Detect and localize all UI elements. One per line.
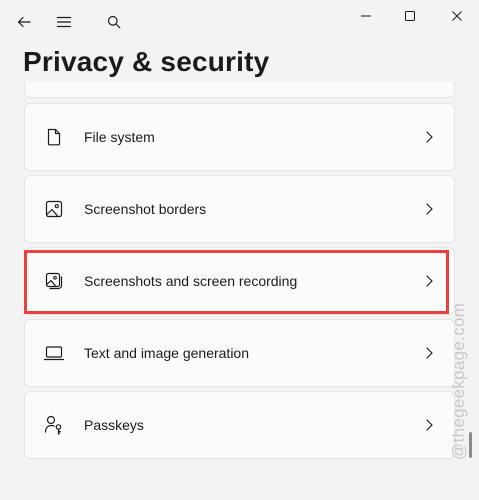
setting-item-label: Passkeys [84,417,144,433]
close-button[interactable] [443,2,471,30]
settings-window: Privacy & security File system Screensho… [0,0,479,500]
chevron-right-icon [422,345,436,361]
chevron-right-icon [422,273,436,289]
chevron-right-icon [422,129,436,145]
search-icon [107,15,121,29]
setting-item-screenshot-borders[interactable]: Screenshot borders [24,175,455,243]
title-bar [0,0,479,44]
back-button[interactable] [10,8,38,36]
setting-item-label: Screenshots and screen recording [84,273,298,289]
scrollbar-thumb[interactable] [469,432,472,458]
setting-item-passkeys[interactable]: Passkeys [24,391,455,459]
navigation-menu-button[interactable] [50,8,78,36]
setting-item-label: Screenshot borders [84,201,207,217]
chevron-right-icon [422,201,436,217]
image-icon [42,197,66,221]
maximize-icon [405,11,415,21]
setting-item-file-system[interactable]: File system [24,103,455,171]
minimize-icon [361,15,371,17]
person-key-icon [42,413,66,437]
watermark-text: @thegeekpage.com [449,302,468,460]
setting-item-screenshots-and-screen-recording[interactable]: Screenshots and screen recording [24,247,455,315]
setting-item-label: File system [84,129,155,145]
page-title: Privacy & security [23,46,270,77]
close-icon [452,11,462,21]
back-arrow-icon [17,16,31,28]
previous-setting-card[interactable] [24,82,455,98]
chevron-right-icon [422,417,436,433]
setting-item-text-and-image-generation[interactable]: Text and image generation [24,319,455,387]
hamburger-menu-icon [56,16,72,28]
document-icon [42,125,66,149]
minimize-button[interactable] [352,2,380,30]
maximize-button[interactable] [396,2,424,30]
screenshot-gallery-icon [42,269,66,293]
search-button[interactable] [100,8,128,36]
laptop-icon [42,341,66,365]
setting-item-label: Text and image generation [84,345,249,361]
